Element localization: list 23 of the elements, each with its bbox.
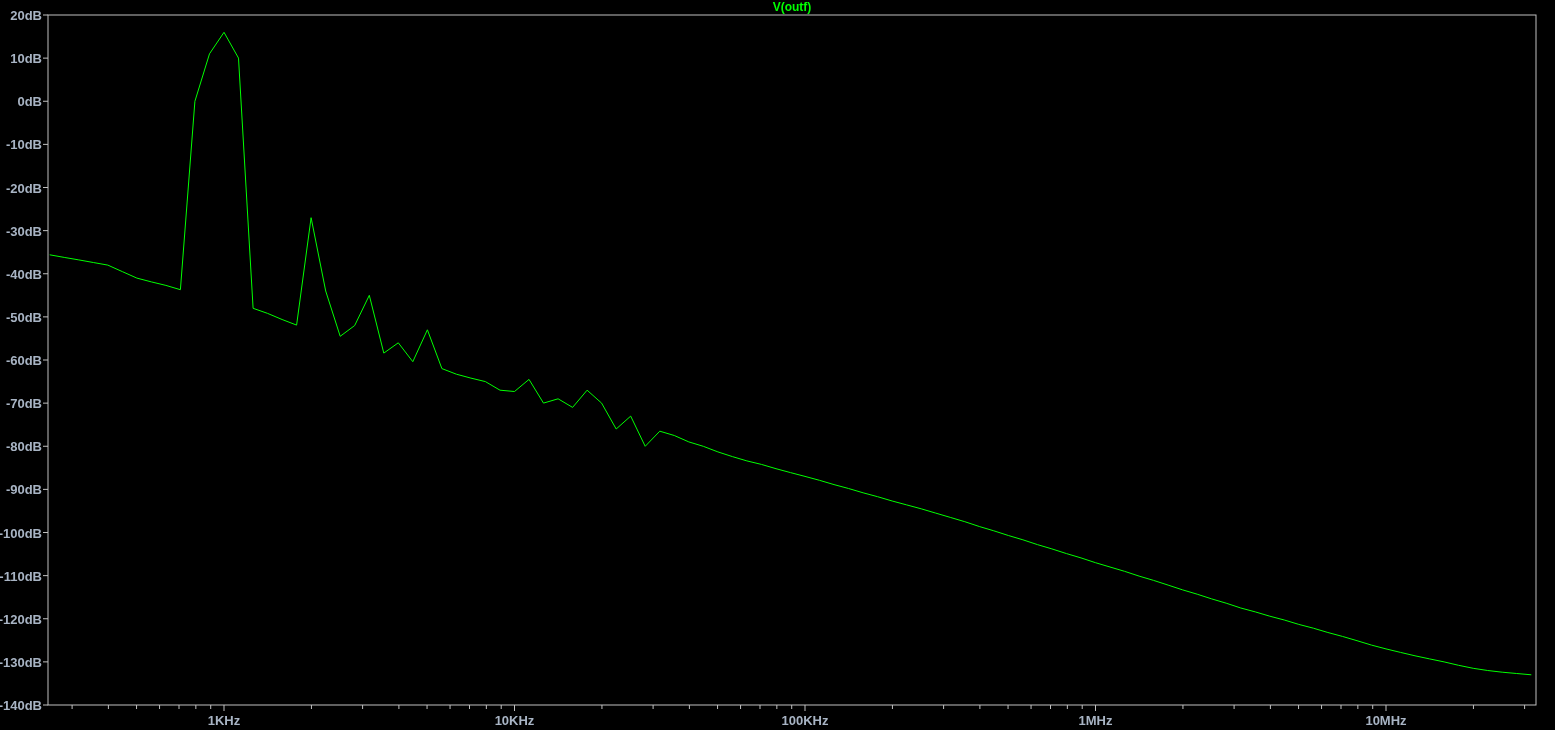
y-tick-label: -10dB [5, 137, 42, 153]
x-tick-label: 10MHz [1365, 713, 1407, 728]
y-tick-label: 20dB [10, 8, 42, 23]
x-tick-label: 1KHz [207, 713, 241, 728]
y-tick-label: -130dB [0, 654, 42, 670]
y-tick-label: -100dB [0, 525, 42, 541]
y-tick-label: -80dB [5, 439, 42, 455]
y-tick-label: -60dB [5, 353, 42, 368]
y-tick-label: -30dB [5, 223, 42, 239]
y-tick-label: 0dB [17, 94, 42, 110]
y-tick-label: -40dB [5, 266, 42, 282]
y-tick-label: -50dB [5, 309, 42, 325]
trace-name: V(outf) [772, 0, 812, 14]
x-tick-label: 100KHz [781, 713, 829, 728]
y-tick-label: -90dB [5, 482, 42, 498]
y-tick-label: -70dB [5, 396, 42, 412]
y-tick-label: 10dB [10, 51, 42, 67]
x-tick-label: 1MHz [1078, 713, 1113, 728]
y-tick-label: -120dB [0, 611, 42, 627]
y-tick-label: -20dB [5, 180, 42, 196]
y-tick-label: -140dB [0, 698, 42, 713]
x-tick-label: 10KHz [494, 713, 535, 728]
y-tick-label: -110dB [0, 568, 42, 584]
